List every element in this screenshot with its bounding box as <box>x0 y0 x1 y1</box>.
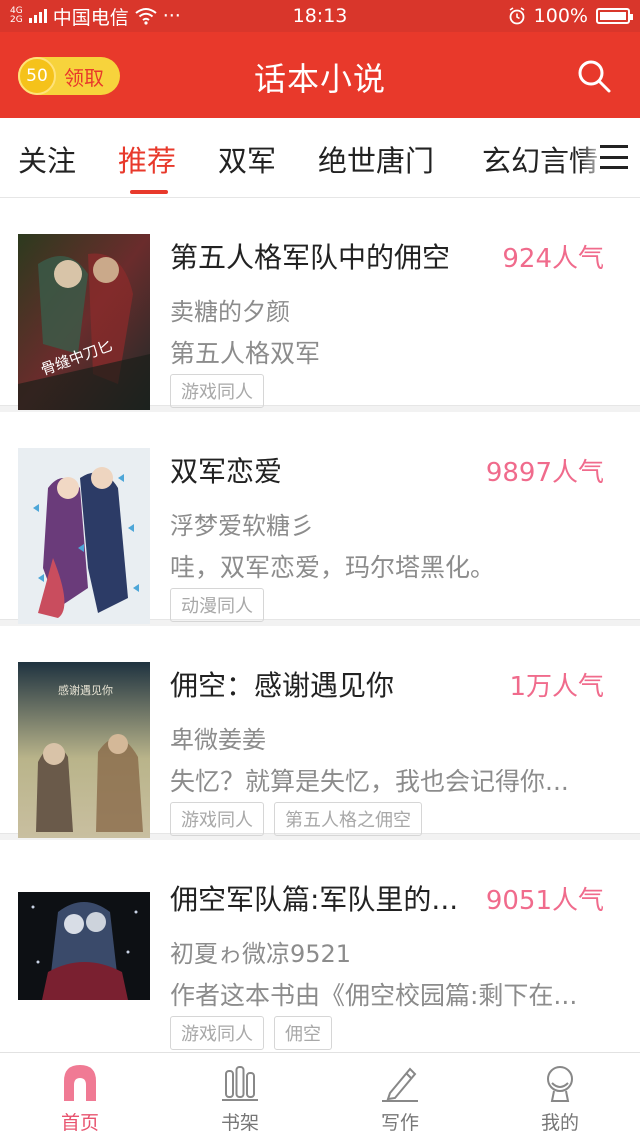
nav-label: 我的 <box>540 1112 579 1134</box>
nav-label: 首页 <box>60 1112 99 1134</box>
battery-percent: 100% <box>533 5 588 27</box>
book-description: 作者这本书由《佣空校园篇:剩下在... <box>170 981 578 1010</box>
book-card[interactable]: 佣空军队篇:军队里的... 9051人气 初夏ゎ微凉9521 作者这本书由《佣空… <box>0 840 640 1050</box>
category-tabs: 关注 推荐 双军 绝世唐门 玄幻言情 <box>0 118 640 198</box>
popularity-count: 9897人气 <box>485 458 604 488</box>
search-icon[interactable] <box>576 58 612 94</box>
author-name: 卖糖的夕颜 <box>170 298 290 326</box>
author-name: 卑微姜姜 <box>170 726 266 754</box>
nav-label: 书架 <box>220 1112 259 1134</box>
genre-tag: 佣空 <box>274 1016 332 1050</box>
author-name: 浮梦爱软糖彡 <box>170 512 314 540</box>
popularity-count: 1万人气 <box>509 672 604 702</box>
book-title: 第五人格军队中的佣空 <box>170 241 451 274</box>
book-cover: 骨缝中刀匕 <box>18 234 150 410</box>
book-cover <box>18 448 150 624</box>
active-tab-indicator <box>130 190 168 194</box>
cover-text: 感谢遇见你 <box>58 683 113 697</box>
genre-tag: 第五人格之佣空 <box>274 802 422 836</box>
book-description: 失忆？就算是失忆，我也会记得你... <box>170 767 569 796</box>
nav-label: 写作 <box>380 1112 419 1134</box>
book-description: 哇，双军恋爱，玛尔塔黑化。 <box>170 553 496 582</box>
profile-icon <box>547 1066 573 1102</box>
popularity-count: 9051人气 <box>485 886 604 916</box>
book-description: 第五人格双军 <box>170 339 321 368</box>
status-bar: 4G 2G 中国电信 ··· 18:13 100% <box>0 0 640 32</box>
genre-tag: 游戏同人 <box>170 374 264 408</box>
book-title: 双军恋爱 <box>170 455 283 488</box>
book-card[interactable]: 感谢遇见你 佣空：感谢遇见你 1万人气 卑微姜姜 失忆？就算是失忆，我也会记得你… <box>0 626 640 838</box>
app-title: 话本小说 <box>253 60 386 98</box>
nav-bookshelf[interactable]: 书架 <box>160 1053 320 1138</box>
book-card[interactable]: 双军恋爱 9897人气 浮梦爱软糖彡 哇，双军恋爱，玛尔塔黑化。 动漫同人 <box>0 412 640 624</box>
menu-icon[interactable] <box>600 145 628 169</box>
tab-follow[interactable]: 关注 <box>18 138 76 180</box>
clock: 18:13 <box>292 5 348 27</box>
signal-icon <box>28 9 47 23</box>
nav-home[interactable]: 首页 <box>0 1053 160 1138</box>
tab-recommend[interactable]: 推荐 <box>118 138 176 180</box>
battery-icon <box>596 8 633 24</box>
pen-icon <box>382 1067 418 1102</box>
bottom-nav: 首页 书架 写作 我的 <box>0 1052 640 1138</box>
wifi-icon <box>135 8 157 25</box>
carrier-name: 中国电信 <box>52 6 129 29</box>
book-title: 佣空军队篇:军队里的... <box>170 883 459 916</box>
bookshelf-icon <box>222 1066 258 1101</box>
genre-tag: 动漫同人 <box>170 588 264 622</box>
genre-tag: 游戏同人 <box>170 802 264 836</box>
genre-tag: 游戏同人 <box>170 1016 264 1050</box>
popularity-count: 924人气 <box>502 244 604 274</box>
tab-double-army[interactable]: 双军 <box>218 138 276 180</box>
nav-write[interactable]: 写作 <box>320 1053 480 1138</box>
app-header: 50 领取 话本小说 <box>0 32 640 118</box>
book-cover <box>18 892 150 1000</box>
book-cover: 感谢遇见你 <box>18 662 150 838</box>
author-name: 初夏ゎ微凉9521 <box>170 940 352 968</box>
alarm-icon <box>509 7 525 25</box>
network-type-indicator: 4G 2G <box>10 6 23 25</box>
book-title: 佣空：感谢遇见你 <box>170 669 395 702</box>
nav-profile[interactable]: 我的 <box>480 1053 640 1138</box>
tab-jueshi-tangmen[interactable]: 绝世唐门 <box>318 138 434 180</box>
book-list: 骨缝中刀匕 第五人格军队中的佣空 924人气 卖糖的夕颜 第五人格双军 游戏同人 <box>0 198 640 1050</box>
home-icon <box>64 1065 96 1101</box>
more-indicator: ··· <box>162 5 181 27</box>
book-card[interactable]: 骨缝中刀匕 第五人格军队中的佣空 924人气 卖糖的夕颜 第五人格双军 游戏同人 <box>0 198 640 410</box>
